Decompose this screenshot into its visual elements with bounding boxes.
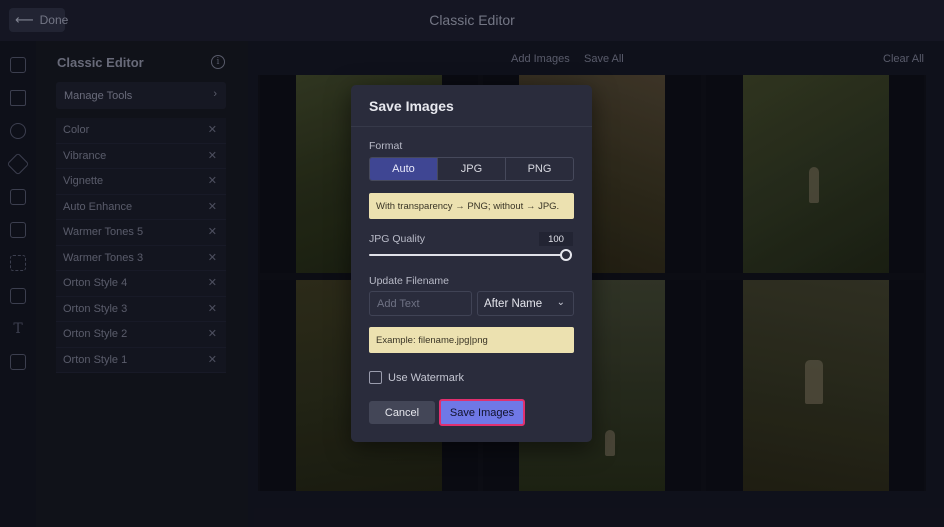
dialog-header: Save Images <box>351 85 592 127</box>
slider-thumb[interactable] <box>560 249 572 261</box>
filename-example-note: Example: filename.jpg|png <box>369 327 574 353</box>
save-images-dialog: Save Images Format Auto JPG PNG With tra… <box>351 85 592 442</box>
select-value: After Name <box>484 297 543 310</box>
filename-text-input[interactable] <box>369 291 472 316</box>
format-option-auto[interactable]: Auto <box>370 158 438 180</box>
cancel-button[interactable]: Cancel <box>369 401 435 424</box>
quality-slider[interactable] <box>369 249 572 261</box>
format-selector: Auto JPG PNG <box>369 157 574 181</box>
dialog-title: Save Images <box>369 98 454 114</box>
filename-label: Update Filename <box>369 275 449 287</box>
format-option-png[interactable]: PNG <box>506 158 573 180</box>
quality-value[interactable]: 100 <box>539 232 573 246</box>
format-option-jpg[interactable]: JPG <box>438 158 506 180</box>
format-note: With transparency → PNG; without → JPG. <box>369 193 574 219</box>
format-label: Format <box>369 140 403 152</box>
filename-position-select[interactable]: After Name ⌄ <box>477 291 574 316</box>
chevron-down-icon: ⌄ <box>556 297 565 308</box>
quality-label: JPG Quality <box>369 233 426 245</box>
save-images-button[interactable]: Save Images <box>439 399 525 426</box>
watermark-label: Use Watermark <box>388 371 464 384</box>
watermark-option[interactable]: Use Watermark <box>369 371 464 384</box>
watermark-checkbox[interactable] <box>369 371 382 384</box>
